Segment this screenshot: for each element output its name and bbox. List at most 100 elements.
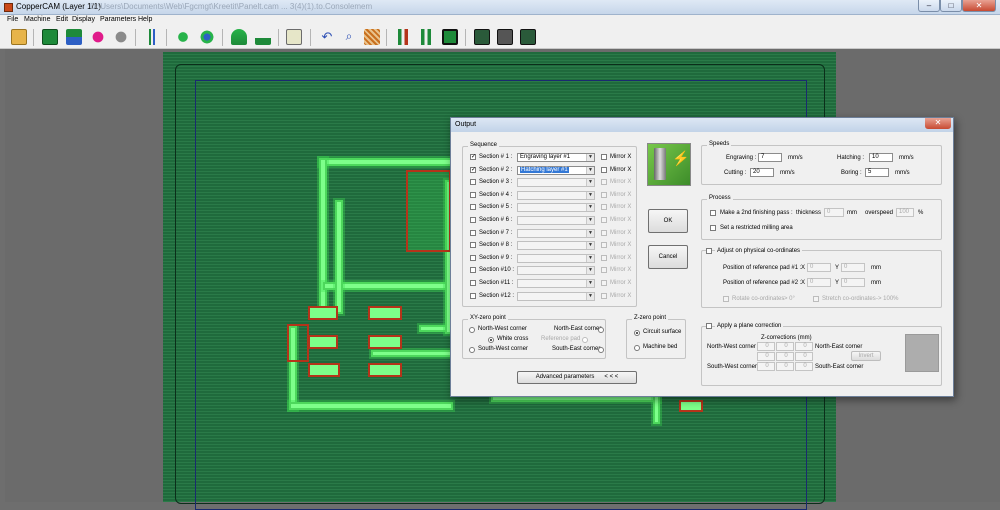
z-correction-cell[interactable]: 0: [795, 342, 813, 351]
section-layer-select[interactable]: ▼: [517, 266, 595, 276]
section-checkbox[interactable]: [470, 254, 476, 261]
mirror-x-checkbox[interactable]: [601, 217, 607, 223]
mirror-x-checkbox[interactable]: [601, 191, 607, 198]
pad2-y-input[interactable]: 0: [841, 278, 865, 287]
dialog-close-button[interactable]: ✕: [925, 118, 951, 129]
chevron-down-icon[interactable]: ▼: [586, 204, 594, 212]
open-icon[interactable]: [11, 29, 27, 45]
chevron-down-icon[interactable]: ▼: [586, 229, 594, 237]
north-east-radio[interactable]: [598, 327, 604, 333]
route-icon[interactable]: [255, 29, 271, 45]
zoom-icon[interactable]: ⌕: [341, 29, 357, 45]
board-icon[interactable]: [442, 29, 458, 45]
z-correction-cell[interactable]: 0: [776, 342, 794, 351]
tool-icon[interactable]: [286, 29, 302, 45]
section-layer-select[interactable]: ▼: [517, 203, 595, 213]
mirror-x-checkbox[interactable]: [601, 229, 607, 236]
circuit-surface-radio[interactable]: [634, 330, 640, 336]
texture-icon[interactable]: [364, 29, 380, 45]
mirror-x-checkbox[interactable]: [601, 166, 607, 173]
second-pass-checkbox[interactable]: [710, 210, 716, 216]
pad-red-icon[interactable]: [90, 29, 106, 45]
mirror-x-checkbox[interactable]: [601, 242, 607, 249]
z-correction-cell[interactable]: 0: [757, 352, 775, 361]
drill-icon[interactable]: [144, 29, 160, 45]
section-layer-select[interactable]: ▼: [517, 178, 595, 188]
section-checkbox[interactable]: [470, 292, 476, 299]
menu-display[interactable]: Display: [72, 16, 95, 23]
chevron-down-icon[interactable]: ▼: [586, 267, 594, 275]
mirror-x-checkbox[interactable]: [601, 179, 607, 186]
minimize-button[interactable]: –: [918, 0, 940, 12]
section-checkbox[interactable]: ✓: [470, 154, 476, 160]
z-correction-cell[interactable]: 0: [757, 362, 775, 371]
mirror-x-checkbox[interactable]: [601, 292, 607, 299]
hatching-icon[interactable]: [418, 29, 434, 45]
mirror-x-checkbox[interactable]: [601, 267, 607, 274]
cancel-button[interactable]: Cancel: [648, 245, 688, 269]
invert-button[interactable]: Invert: [851, 351, 881, 361]
section-checkbox[interactable]: [470, 191, 476, 198]
section-checkbox[interactable]: [470, 204, 476, 211]
section-checkbox[interactable]: [470, 267, 476, 274]
south-west-radio[interactable]: [469, 347, 475, 353]
physical-coordinates-checkbox[interactable]: [706, 248, 712, 254]
section-checkbox[interactable]: [470, 179, 476, 186]
boring-speed-input[interactable]: 5: [865, 168, 889, 177]
z-correction-cell[interactable]: 0: [795, 362, 813, 371]
plane-correction-checkbox[interactable]: [706, 323, 712, 329]
mirror-x-checkbox[interactable]: [601, 280, 607, 286]
pad1-y-input[interactable]: 0: [841, 263, 865, 272]
reference-pad-radio[interactable]: [582, 337, 588, 343]
north-west-radio[interactable]: [469, 327, 475, 333]
z-correction-cell[interactable]: 0: [757, 342, 775, 351]
cutting-speed-input[interactable]: 20: [750, 168, 774, 177]
section-layer-select[interactable]: ▼: [517, 228, 595, 238]
mirror-x-checkbox[interactable]: [601, 254, 607, 261]
pad-circle-icon[interactable]: [199, 29, 215, 45]
ok-button[interactable]: OK: [648, 209, 688, 233]
mirror-x-checkbox[interactable]: [601, 204, 607, 211]
section-checkbox[interactable]: [470, 229, 476, 236]
south-east-radio[interactable]: [598, 347, 604, 353]
menu-parameters[interactable]: Parameters: [100, 16, 136, 23]
menu-help[interactable]: Help: [138, 16, 152, 23]
pad-shape-icon[interactable]: [175, 29, 191, 45]
engraving-speed-input[interactable]: 7: [758, 153, 782, 162]
pad1-x-input[interactable]: 0: [807, 263, 831, 272]
chevron-down-icon[interactable]: ▼: [586, 154, 594, 161]
section-checkbox[interactable]: ✓: [470, 166, 476, 173]
chevron-down-icon[interactable]: ▼: [586, 191, 594, 199]
chevron-down-icon[interactable]: ▼: [586, 292, 594, 300]
chevron-down-icon[interactable]: ▼: [586, 254, 594, 262]
pad-grey-icon[interactable]: [113, 29, 129, 45]
restricted-area-checkbox[interactable]: [710, 225, 716, 231]
swap-layers-icon[interactable]: [66, 29, 82, 45]
section-checkbox[interactable]: [470, 242, 476, 249]
chevron-down-icon[interactable]: ▼: [586, 242, 594, 250]
advanced-parameters-button[interactable]: Advanced parameters < < <: [517, 371, 637, 384]
z-correction-cell[interactable]: 0: [776, 362, 794, 371]
chevron-down-icon[interactable]: ▼: [586, 166, 594, 174]
section-layer-select[interactable]: ▼: [517, 291, 595, 301]
layer-2-icon[interactable]: [497, 29, 513, 45]
thickness-input[interactable]: 0: [824, 208, 844, 217]
mirror-x-checkbox[interactable]: [601, 154, 607, 160]
menu-file[interactable]: File: [7, 16, 18, 23]
layer-3-icon[interactable]: [520, 29, 536, 45]
contour-icon[interactable]: [395, 29, 411, 45]
gerber-icon[interactable]: [42, 29, 58, 45]
chevron-down-icon[interactable]: ▼: [586, 179, 594, 187]
section-layer-select[interactable]: Engraving layer #1 ▼: [517, 153, 595, 162]
section-layer-select[interactable]: ▼: [517, 253, 595, 263]
chevron-down-icon[interactable]: ▼: [586, 217, 594, 224]
section-layer-select[interactable]: Hatching layer #1 ▼: [517, 165, 595, 175]
pad2-x-input[interactable]: 0: [807, 278, 831, 287]
section-layer-select[interactable]: ▼: [517, 241, 595, 251]
section-layer-select[interactable]: ▼: [517, 190, 595, 200]
section-layer-select[interactable]: ▼: [517, 279, 595, 288]
rotate-checkbox[interactable]: [723, 296, 729, 302]
section-checkbox[interactable]: [470, 217, 476, 223]
hatching-speed-input[interactable]: 10: [869, 153, 893, 162]
maximize-button[interactable]: □: [940, 0, 962, 12]
